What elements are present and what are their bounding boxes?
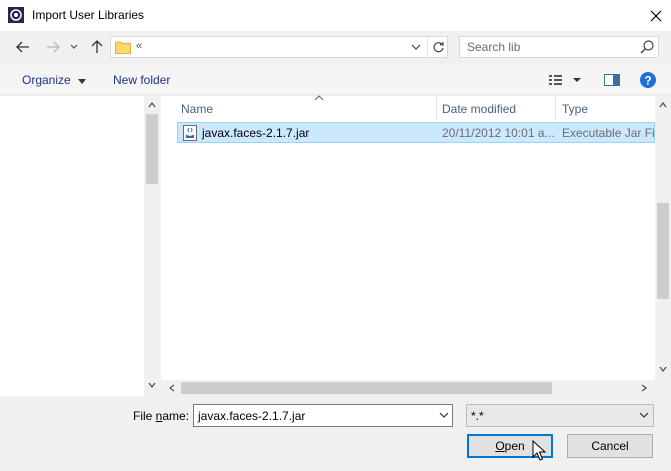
column-type[interactable]: Type	[556, 96, 655, 120]
file-row[interactable]: javax.faces-2.1.7.jar 20/11/2012 10:01 a…	[177, 122, 655, 143]
file-name-label-part: ame:	[162, 409, 190, 423]
file-date-modified: 20/11/2012 10:01 a...	[442, 126, 555, 140]
title-bar: Import User Libraries	[0, 0, 671, 31]
recent-locations-icon	[70, 44, 78, 49]
scroll-left-button[interactable]	[165, 381, 179, 395]
organize-button[interactable]: Organize	[22, 73, 87, 87]
file-name-dropdown-button[interactable]	[437, 408, 451, 422]
refresh-icon	[432, 41, 444, 52]
chevron-down-icon	[659, 366, 667, 372]
open-button-label: pen	[504, 439, 525, 453]
chevron-down-icon	[78, 79, 87, 84]
chevron-down-icon	[148, 382, 156, 388]
refresh-button[interactable]	[429, 38, 447, 56]
chevron-down-icon	[439, 412, 449, 418]
cancel-button[interactable]: Cancel	[567, 434, 653, 458]
preview-pane-button[interactable]	[603, 71, 621, 89]
up-button[interactable]	[86, 36, 108, 58]
column-date-modified[interactable]: Date modified	[436, 96, 556, 120]
chevron-down-icon	[411, 44, 421, 50]
search-icon[interactable]	[639, 39, 655, 55]
address-path: «	[136, 40, 143, 52]
app-icon	[8, 7, 24, 23]
back-arrow-icon	[16, 41, 29, 53]
close-icon	[650, 10, 661, 21]
vertical-scroll-thumb[interactable]	[657, 203, 669, 299]
scroll-right-button[interactable]	[637, 381, 651, 395]
file-type-filter-value: *.*	[471, 409, 484, 423]
file-name-input[interactable]: javax.faces-2.1.7.jar	[198, 409, 305, 423]
svg-text:?: ?	[644, 74, 651, 88]
file-type-filter[interactable]: *.*	[466, 404, 654, 427]
view-options-button[interactable]	[548, 71, 584, 89]
column-name-label: Name	[181, 102, 214, 116]
forward-button[interactable]	[42, 36, 64, 58]
sort-ascending-icon	[314, 95, 324, 101]
open-button-accel: O	[495, 439, 505, 453]
help-icon: ?	[640, 72, 656, 88]
organize-label: Organize	[22, 73, 71, 87]
preview-pane-icon	[604, 74, 620, 86]
file-name-combobox[interactable]: javax.faces-2.1.7.jar	[193, 404, 453, 427]
jar-file-icon	[182, 125, 198, 141]
column-header: Name Date modified Type	[161, 95, 655, 120]
back-button[interactable]	[12, 36, 34, 58]
search-box[interactable]: Search lib	[459, 36, 659, 58]
chevron-up-icon	[148, 102, 156, 108]
up-arrow-icon	[91, 40, 103, 53]
chevron-right-icon	[641, 384, 647, 392]
address-separator	[427, 37, 428, 57]
address-dropdown-button[interactable]	[407, 38, 425, 56]
folder-icon	[115, 40, 131, 54]
new-folder-button[interactable]: New folder	[113, 73, 170, 87]
close-button[interactable]	[640, 0, 671, 31]
chevron-up-icon	[659, 102, 667, 108]
chevron-left-icon	[169, 384, 175, 392]
column-name[interactable]: Name	[175, 95, 437, 120]
mouse-cursor-icon	[532, 439, 548, 462]
help-button[interactable]: ?	[639, 71, 657, 89]
file-name-label: File name:	[133, 409, 189, 423]
file-name-label-part: File	[133, 409, 156, 423]
command-bar: Organize New folder ?	[0, 65, 671, 95]
address-bar[interactable]: «	[110, 36, 448, 58]
navigation-scroll-thumb[interactable]	[146, 114, 158, 184]
forward-arrow-icon	[47, 41, 60, 53]
view-options-icon	[549, 75, 581, 85]
scroll-down-button[interactable]	[145, 378, 159, 392]
window-title: Import User Libraries	[32, 8, 145, 22]
scroll-down-button[interactable]	[656, 362, 670, 376]
file-type-filter-dropdown-button[interactable]	[637, 408, 651, 422]
search-input[interactable]: Search lib	[467, 40, 520, 54]
recent-locations-button[interactable]	[66, 36, 82, 58]
file-name: javax.faces-2.1.7.jar	[202, 126, 310, 140]
navigation-pane[interactable]	[0, 96, 160, 396]
scroll-up-button[interactable]	[145, 98, 159, 112]
chevron-down-icon	[639, 412, 649, 418]
horizontal-scroll-thumb[interactable]	[181, 382, 552, 394]
file-type: Executable Jar File	[562, 126, 654, 140]
scroll-up-button[interactable]	[656, 98, 670, 112]
